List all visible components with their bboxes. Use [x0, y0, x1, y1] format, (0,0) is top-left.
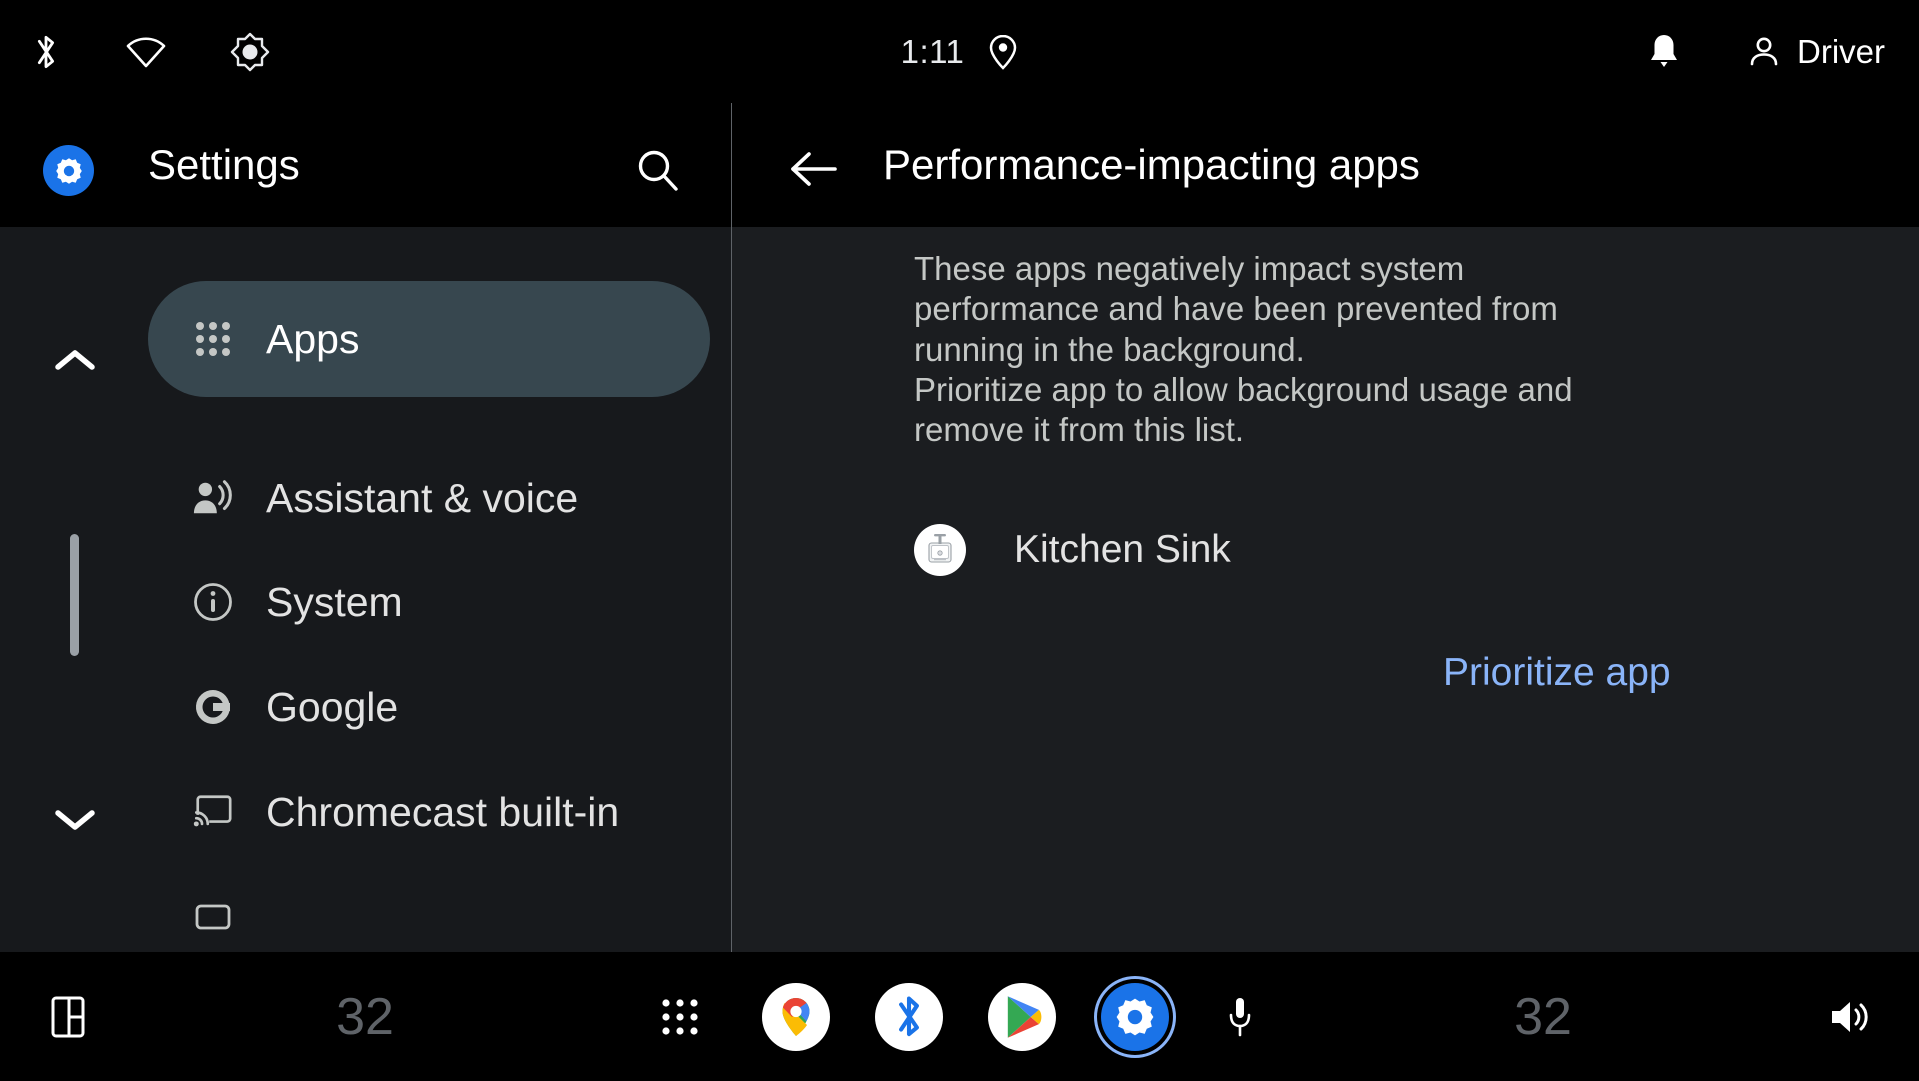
user-profile[interactable]: Driver	[1747, 33, 1885, 71]
sidebar-header: Settings	[0, 103, 732, 227]
bell-icon[interactable]	[1647, 32, 1681, 72]
brightness-icon[interactable]	[230, 32, 270, 72]
bottom-nav-bar: 32 32	[0, 952, 1919, 1081]
shortcut-settings[interactable]	[1099, 952, 1171, 1081]
location-pin-icon	[988, 33, 1018, 71]
person-icon	[1747, 35, 1781, 69]
clock-time: 1:11	[900, 32, 965, 70]
settings-gear-icon	[1101, 982, 1169, 1051]
scroll-up-chevron-icon[interactable]	[52, 344, 98, 378]
detail-pane: Performance-impacting apps These apps ne…	[732, 103, 1919, 952]
sidebar-nav-list: Apps Assistant & voice System Google Chr…	[0, 227, 732, 952]
bluetooth-icon	[875, 982, 943, 1051]
bluetooth-icon[interactable]	[30, 32, 62, 72]
sidebar-item-chromecast[interactable]: Chromecast built-in	[148, 754, 710, 870]
sidebar-item-system[interactable]: System	[148, 544, 710, 660]
status-bar-left-icons	[30, 0, 270, 103]
app-name-label: Kitchen Sink	[1014, 528, 1231, 571]
detail-title: Performance-impacting apps	[883, 141, 1420, 188]
sidebar-item-apps[interactable]: Apps	[148, 281, 710, 397]
sidebar-item-label: Chromecast built-in	[266, 788, 620, 835]
page-title: Settings	[148, 141, 300, 188]
partial-item-icon	[192, 902, 234, 932]
status-bar: 1:11 Driver	[0, 0, 1919, 103]
description-text: These apps negatively impact system perf…	[914, 250, 1573, 448]
detail-header: Performance-impacting apps	[732, 103, 1919, 227]
prioritize-app-button[interactable]: Prioritize app	[1443, 651, 1671, 695]
sidebar-item-partial[interactable]	[148, 859, 710, 952]
sidebar-item-label: Apps	[266, 315, 360, 362]
apps-grid-icon	[192, 319, 234, 359]
maps-icon	[762, 982, 830, 1051]
shortcut-play-store[interactable]	[986, 952, 1058, 1081]
sidebar-item-label: Assistant & voice	[266, 474, 579, 521]
sidebar-item-label: Google	[266, 683, 399, 730]
car-settings-screen: 1:11 Driver Settings Apps Assistant & vo…	[0, 0, 1919, 1081]
assistant-voice-icon	[192, 478, 234, 518]
microphone-icon[interactable]	[1210, 952, 1270, 1081]
google-g-icon	[192, 686, 234, 728]
back-arrow-icon[interactable]	[789, 143, 841, 195]
volume-icon[interactable]	[1821, 952, 1881, 1081]
temperature-right-value: 32	[1514, 987, 1572, 1046]
info-circle-icon	[192, 581, 234, 623]
sidebar-scrollbar-thumb[interactable]	[70, 534, 79, 656]
user-name-label: Driver	[1797, 32, 1885, 70]
settings-gear-icon	[43, 145, 94, 196]
apps-grid-icon[interactable]	[650, 952, 710, 1081]
settings-sidebar-pane: Settings Apps Assistant & voice System G…	[0, 103, 732, 952]
status-bar-center: 1:11	[0, 0, 1919, 103]
wifi-icon[interactable]	[125, 35, 167, 69]
sidebar-item-google[interactable]: Google	[148, 649, 710, 765]
play-store-icon	[988, 982, 1056, 1051]
table-row[interactable]: Kitchen Sink	[914, 495, 1814, 605]
shortcut-bluetooth[interactable]	[873, 952, 945, 1081]
sidebar-item-label: System	[266, 578, 403, 625]
temperature-right[interactable]: 32	[1498, 952, 1588, 1081]
temperature-left-value: 32	[336, 987, 394, 1046]
cast-icon	[192, 793, 234, 831]
kitchen-sink-app-icon	[914, 524, 966, 576]
scroll-down-chevron-icon[interactable]	[52, 802, 98, 836]
status-bar-right: Driver	[1647, 0, 1885, 103]
sidebar-item-assistant-voice[interactable]: Assistant & voice	[148, 440, 710, 556]
search-icon[interactable]	[630, 143, 686, 199]
split-panel-icon[interactable]	[38, 952, 98, 1081]
temperature-left[interactable]: 32	[320, 952, 410, 1081]
main-content: Settings Apps Assistant & voice System G…	[0, 103, 1919, 952]
shortcut-maps[interactable]	[760, 952, 832, 1081]
